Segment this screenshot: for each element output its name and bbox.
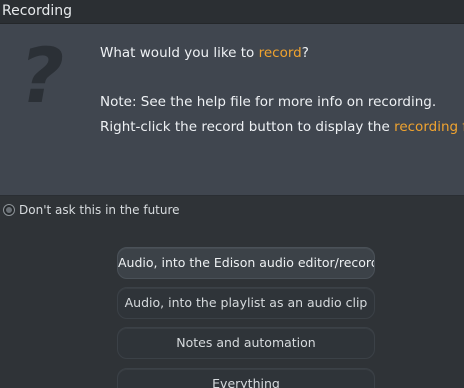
edison-audio-button[interactable]: Audio, into the Edison audio editor/reco… — [117, 247, 375, 279]
dont-ask-option[interactable]: Don't ask this in the future — [3, 202, 180, 218]
question-prefix: What would you like to — [100, 45, 259, 61]
dont-ask-label: Don't ask this in the future — [19, 203, 180, 217]
recording-dialog: Recording ? What would you like to recor… — [0, 0, 464, 388]
record-question: What would you like to record? — [100, 44, 309, 62]
dialog-title: Recording — [2, 3, 73, 19]
recording-filter-note: Right-click the record button to display… — [100, 118, 464, 136]
dont-ask-radio[interactable] — [3, 204, 15, 216]
notes-automation-button[interactable]: Notes and automation — [117, 327, 375, 359]
record-link[interactable]: record — [259, 45, 302, 61]
question-suffix: ? — [301, 45, 309, 61]
message-panel: ? What would you like to record? Note: S… — [0, 24, 464, 196]
everything-button[interactable]: Everything — [117, 368, 375, 388]
playlist-audio-clip-button[interactable]: Audio, into the playlist as an audio cli… — [117, 287, 375, 319]
question-mark-icon: ? — [12, 31, 73, 120]
help-note: Note: See the help file for more info on… — [100, 94, 437, 110]
recording-filter-prefix: Right-click the record button to display… — [100, 119, 395, 135]
recording-filter-link[interactable]: recording filte — [394, 119, 464, 135]
title-bar[interactable]: Recording — [0, 0, 464, 24]
